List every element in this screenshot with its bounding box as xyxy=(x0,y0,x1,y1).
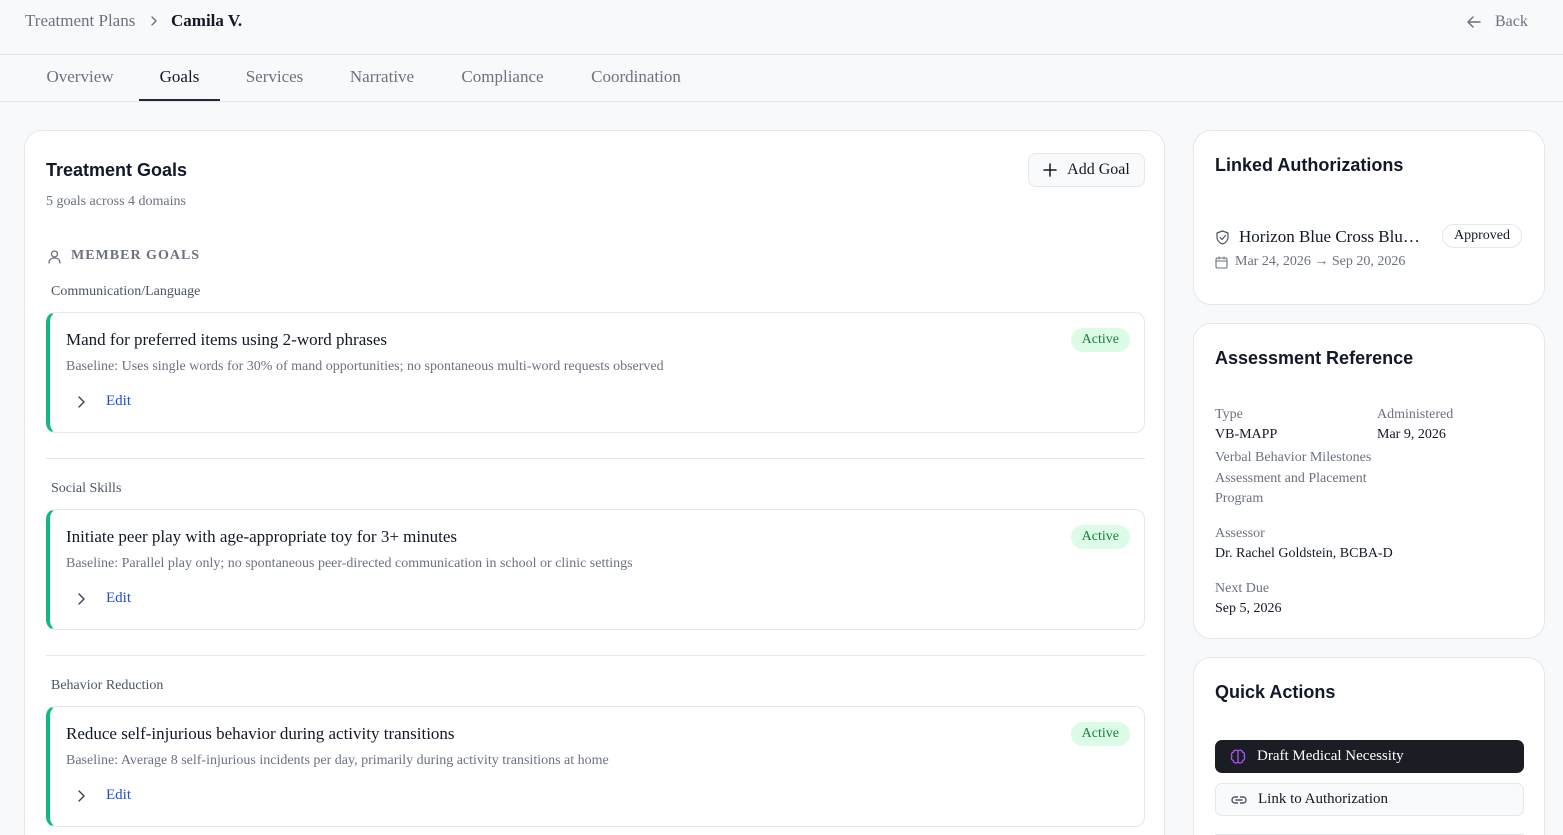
tab-overview[interactable]: Overview xyxy=(30,55,130,101)
date-range: Mar 24, 2026 → Sep 20, 2026 xyxy=(1235,254,1406,269)
add-goal-button[interactable]: Add Goal xyxy=(1028,153,1145,187)
top-bar: Treatment Plans Camila V. Back xyxy=(0,0,1563,55)
assessment-reference-card: Assessment Reference Type VB-MAPP Verbal… xyxy=(1193,323,1545,639)
goal-title: Initiate peer play with age-appropriate … xyxy=(66,527,458,546)
next-due-label: Next Due xyxy=(1215,581,1270,596)
domain-label: Communication/Language xyxy=(51,284,201,299)
shield-check-icon xyxy=(1216,229,1229,245)
arrow-left-icon xyxy=(1467,16,1481,28)
assessor-value: Dr. Rachel Goldstein, BCBA-D xyxy=(1215,546,1393,561)
tab-goals[interactable]: Goals xyxy=(139,55,220,101)
type-value: VB-MAPP xyxy=(1215,427,1278,442)
draft-medical-necessity-button[interactable]: Draft Medical Necessity xyxy=(1215,740,1524,773)
type-label: Type xyxy=(1215,407,1243,422)
authorization-dates: Mar 24, 2026 → Sep 20, 2026 xyxy=(1215,254,1405,270)
card-title: Quick Actions xyxy=(1215,682,1336,702)
status-badge: Active xyxy=(1070,525,1130,549)
card-title: Assessment Reference xyxy=(1215,348,1414,368)
authorization-name: Horizon Blue Cross Blue Shield xyxy=(1239,227,1427,246)
link-authorization-button[interactable]: Link to Authorization xyxy=(1215,783,1524,816)
tab-compliance[interactable]: Compliance xyxy=(446,55,559,101)
chevron-right-icon xyxy=(151,16,157,26)
goals-summary: 5 goals across 4 domains xyxy=(46,194,186,209)
plus-icon xyxy=(1043,163,1057,177)
breadcrumb-parent[interactable]: Treatment Plans xyxy=(25,11,135,31)
back-button[interactable]: Back xyxy=(1465,11,1528,33)
authorization-item[interactable]: Horizon Blue Cross Blue Shield xyxy=(1215,227,1427,247)
goal-card[interactable]: Mand for preferred items using 2-word ph… xyxy=(46,312,1145,433)
domain-label: Social Skills xyxy=(51,481,122,496)
expand-chevron-icon[interactable] xyxy=(74,395,88,409)
quick-actions-card: Quick Actions Draft Medical Necessity Li… xyxy=(1193,657,1545,835)
next-due-value: Sep 5, 2026 xyxy=(1215,601,1282,616)
edit-goal-link[interactable]: Edit xyxy=(106,787,131,804)
goal-card[interactable]: Initiate peer play with age-appropriate … xyxy=(46,509,1145,630)
member-goals-heading: MEMBER GOALS xyxy=(47,248,200,264)
edit-goal-link[interactable]: Edit xyxy=(106,590,131,607)
draft-label: Draft Medical Necessity xyxy=(1257,748,1404,764)
tab-bar: Overview Goals Services Narrative Compli… xyxy=(0,55,1563,102)
link-label: Link to Authorization xyxy=(1258,791,1388,807)
status-badge: Active xyxy=(1070,328,1130,352)
type-description: Verbal Behavior Milestones Assessment an… xyxy=(1215,450,1372,506)
add-goal-label: Add Goal xyxy=(1067,161,1130,178)
tab-services[interactable]: Services xyxy=(230,55,319,101)
link-icon xyxy=(1231,795,1247,804)
goal-baseline: Baseline: Parallel play only; no spontan… xyxy=(66,556,633,571)
back-label: Back xyxy=(1495,13,1528,30)
goal-card[interactable]: Reduce self-injurious behavior during ac… xyxy=(46,706,1145,827)
treatment-goals-card: Treatment Goals 5 goals across 4 domains… xyxy=(24,130,1165,835)
user-icon xyxy=(48,249,61,264)
linked-authorizations-card: Linked Authorizations Horizon Blue Cross… xyxy=(1193,130,1545,305)
card-title: Treatment Goals xyxy=(46,160,188,180)
edit-goal-link[interactable]: Edit xyxy=(106,393,131,410)
status-badge: Approved xyxy=(1442,224,1522,248)
assessor-label: Assessor xyxy=(1215,526,1265,541)
breadcrumb-current: Camila V. xyxy=(171,11,243,30)
divider xyxy=(46,458,1145,459)
domain-label: Behavior Reduction xyxy=(51,678,164,693)
goal-baseline: Baseline: Uses single words for 30% of m… xyxy=(66,359,664,374)
administered-label: Administered xyxy=(1377,407,1454,422)
tab-coordination[interactable]: Coordination xyxy=(575,55,697,101)
administered-value: Mar 9, 2026 xyxy=(1377,427,1446,442)
card-title: Linked Authorizations xyxy=(1215,155,1404,175)
brain-icon xyxy=(1230,748,1246,764)
calendar-icon xyxy=(1215,255,1228,269)
section-label: MEMBER GOALS xyxy=(71,248,201,263)
status-badge: Active xyxy=(1070,722,1130,746)
tab-narrative[interactable]: Narrative xyxy=(333,55,431,101)
expand-chevron-icon[interactable] xyxy=(74,592,88,606)
divider xyxy=(46,655,1145,656)
goal-title: Reduce self-injurious behavior during ac… xyxy=(66,724,455,743)
expand-chevron-icon[interactable] xyxy=(74,789,88,803)
goal-baseline: Baseline: Average 8 self-injurious incid… xyxy=(66,753,609,768)
goal-title: Mand for preferred items using 2-word ph… xyxy=(66,330,388,349)
